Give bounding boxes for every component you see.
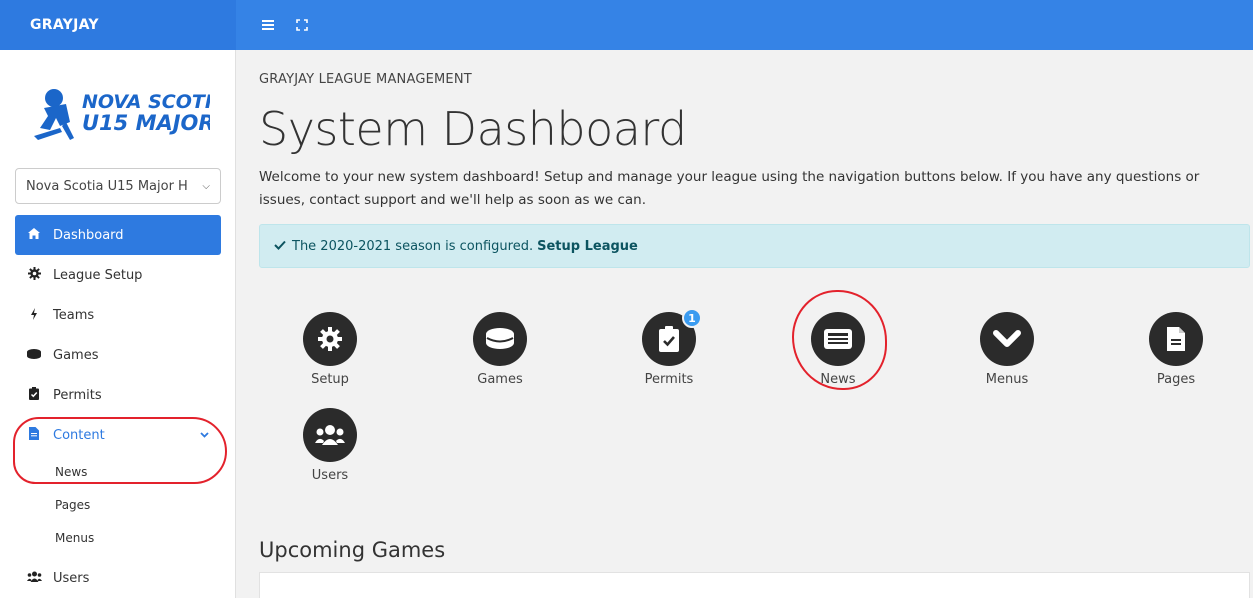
sidebar-item-teams[interactable]: Teams	[15, 295, 221, 335]
logo-line-2: U15 MAJOR	[82, 111, 210, 135]
hamburger-icon[interactable]	[260, 17, 276, 33]
sidebar-item-dashboard[interactable]: Dashboard	[15, 215, 221, 255]
hockey-puck-icon	[473, 312, 527, 366]
tile-label: Setup	[311, 372, 349, 387]
tile-label: Menus	[985, 372, 1029, 387]
chevron-down-icon	[200, 430, 209, 441]
tile-label: Pages	[1156, 372, 1196, 387]
tile-games[interactable]: Games	[445, 312, 555, 387]
hockey-puck-icon	[27, 348, 41, 362]
sidebar-item-games[interactable]: Games	[15, 335, 221, 375]
logo-line-1: NOVA SCOTIA	[82, 91, 210, 113]
tile-menus[interactable]: Menus	[952, 312, 1062, 387]
tile-pages[interactable]: Pages	[1121, 312, 1231, 387]
sidebar-item-content[interactable]: Content	[15, 415, 221, 455]
gear-icon	[303, 312, 357, 366]
sidebar-subitem-news[interactable]: News	[15, 455, 221, 488]
sidebar-item-label: Teams	[53, 307, 95, 323]
tile-label: Games	[477, 372, 523, 387]
sidebar-item-league-setup[interactable]: League Setup	[15, 255, 221, 295]
clipboard-check-icon: 1	[642, 308, 702, 366]
alert-text: The 2020-2021 season is configured.	[292, 238, 534, 254]
users-icon	[27, 571, 42, 585]
notification-badge: 1	[682, 308, 702, 328]
file-icon	[27, 427, 41, 443]
sidebar-subitem-pages[interactable]: Pages	[15, 488, 221, 521]
sidebar-item-label: Permits	[53, 387, 102, 403]
home-icon	[27, 228, 41, 242]
gear-icon	[27, 267, 41, 283]
chevron-down-icon	[980, 312, 1034, 366]
bolt-icon	[27, 307, 41, 323]
users-icon	[303, 408, 357, 462]
upcoming-games-panel	[259, 572, 1250, 598]
setup-league-link[interactable]: Setup League	[537, 239, 638, 254]
tile-label: News	[820, 372, 856, 387]
sidebar-subitem-menus[interactable]: Menus	[15, 521, 221, 554]
tile-news[interactable]: News	[783, 312, 893, 387]
newspaper-icon	[811, 312, 865, 366]
sidebar-item-label: Dashboard	[53, 227, 124, 243]
page-title: System Dashboard	[259, 102, 687, 156]
sidebar-item-label: League Setup	[53, 267, 143, 283]
check-icon	[274, 239, 286, 254]
league-select-value: Nova Scotia U15 Major H	[26, 178, 188, 194]
season-alert: The 2020-2021 season is configured. Setu…	[259, 224, 1250, 268]
clipboard-check-icon	[27, 387, 41, 403]
top-bar	[236, 0, 1253, 50]
league-logo[interactable]: NOVA SCOTIA U15 MAJOR	[30, 78, 227, 148]
sidebar-item-permits[interactable]: Permits	[15, 375, 221, 415]
tile-label: Permits	[644, 372, 694, 387]
sidebar-item-label: Users	[53, 570, 90, 586]
tile-permits[interactable]: 1 Permits	[614, 308, 724, 387]
page-eyebrow: GRAYJAY LEAGUE MANAGEMENT	[259, 72, 472, 87]
sidebar: NOVA SCOTIA U15 MAJOR Nova Scotia U15 Ma…	[0, 50, 236, 598]
expand-icon[interactable]	[294, 17, 310, 33]
chevron-down-icon: ⌵	[202, 180, 210, 192]
brand-logo-text[interactable]: GRAYJAY	[0, 0, 236, 50]
tile-users[interactable]: Users	[275, 408, 385, 483]
league-select[interactable]: Nova Scotia U15 Major H ⌵	[15, 168, 221, 204]
sidebar-nav: Dashboard League Setup Teams Games Permi…	[15, 215, 221, 598]
intro-text: Welcome to your new system dashboard! Se…	[259, 169, 1200, 208]
main-content: GRAYJAY LEAGUE MANAGEMENT System Dashboa…	[259, 50, 1253, 598]
tile-label: Users	[311, 468, 349, 483]
sidebar-item-label: Content	[53, 427, 105, 443]
sidebar-item-users[interactable]: Users	[15, 558, 221, 598]
sidebar-item-label: Games	[53, 347, 99, 363]
upcoming-games-heading: Upcoming Games	[259, 538, 446, 562]
file-icon	[1149, 312, 1203, 366]
tile-setup[interactable]: Setup	[275, 312, 385, 387]
